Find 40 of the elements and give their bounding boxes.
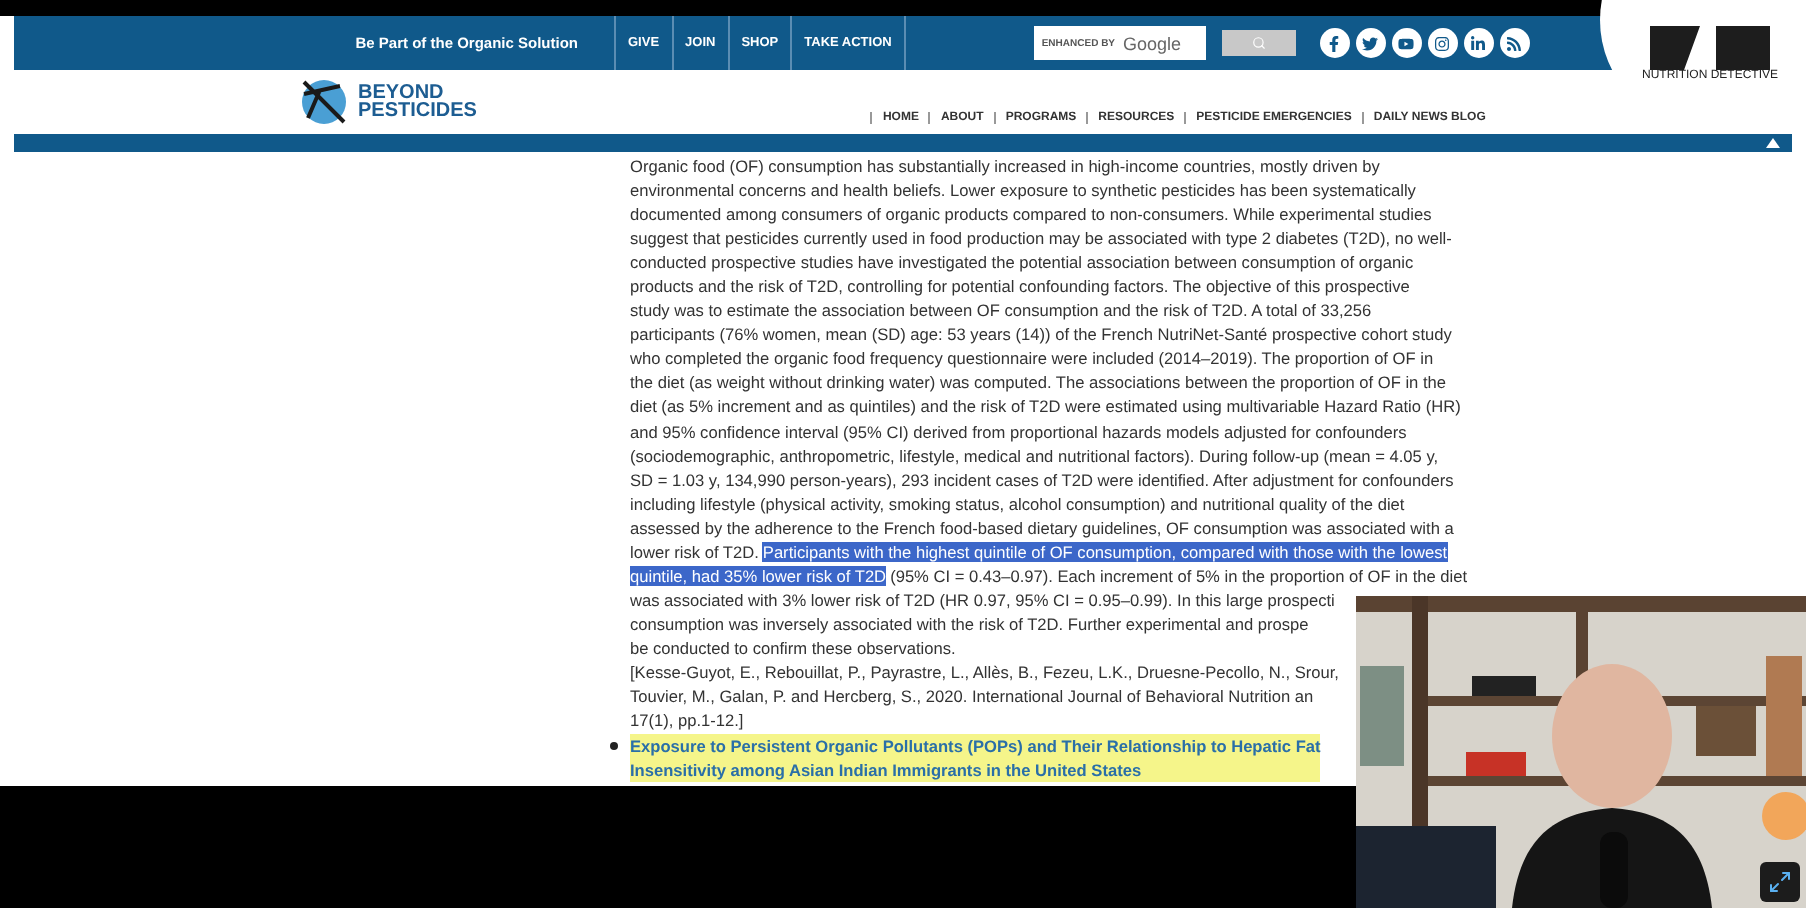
linkedin-icon[interactable]	[1463, 28, 1494, 58]
body-text: Organic food (OF) consumption has substantially increased in high-income countries, mostly driven by	[630, 156, 1380, 176]
expand-button[interactable]	[1760, 862, 1800, 902]
body-text: the diet (as weight without drinking water) was computed. The associations between the proportion of OF in the	[630, 372, 1446, 393]
body-text: conducted prospective studies have investigated the potential association between consumption of organic	[630, 252, 1414, 273]
instagram-icon[interactable]	[1427, 28, 1458, 58]
body-text: be conducted to confirm these observations.	[630, 637, 956, 658]
body-text: including lifestyle (physical activity, smoking status, alcohol consumption) and nutritional quality of the diet	[630, 493, 1405, 514]
body-text: diet (as 5% increment and as quintiles) and the risk of T2D were estimated using multivariable Hazard Ratio (HR)	[630, 396, 1461, 417]
expand-icon	[1768, 870, 1792, 894]
body-text: participants (76% women, mean (SD) age: 53 years (14)) of the French NutriNet-Santé prospective cohort study	[630, 324, 1452, 345]
facebook-icon[interactable]	[1319, 28, 1350, 58]
twitter-icon[interactable]	[1355, 28, 1386, 58]
site-logo[interactable]: BEYOND PESTICIDES	[358, 84, 477, 120]
body-text: (95% CI = 0.43–0.97). Each increment of 5% in the proportion of OF in the diet	[890, 565, 1468, 586]
body-text: lower risk of T2D.	[630, 541, 759, 562]
body-text: environmental concerns and health beliefs. Lower exposure to synthetic pesticides has been systematically	[630, 180, 1416, 201]
body-text: consumption was inversely associated with the risk of T2D. Further experimental and prospe	[630, 613, 1309, 634]
body-text: and 95% confidence interval (95% CI) derived from proportional hazards models adjusted for confounders	[630, 421, 1407, 442]
body-text: [Kesse-Guyot, E., Rebouillat, P., Payrastre, L., Allès, B., Fezeu, L.K., Druesne-Pecollo, N., Srour,	[630, 661, 1339, 682]
body-text: documented among consumers of organic products compared to non-consumers. While experimental studies	[630, 204, 1432, 225]
body-text: who completed the organic food frequency questionnaire were included (2014–2019). The proportion of OF in	[630, 348, 1434, 369]
selected-text: quintile, had 35% lower risk of T2D	[630, 565, 887, 586]
body-text: study was to estimate the association between OF consumption and the risk of T2D. A total of 33,256	[630, 300, 1372, 321]
rss-icon[interactable]	[1499, 28, 1530, 58]
body-text: products and the risk of T2D, controlling for potential confounding factors. The objective of this prospective	[630, 276, 1410, 297]
youtube-icon[interactable]	[1391, 28, 1422, 58]
body-text: SD = 1.03 y, 134,990 person-years), 293 incident cases of T2D were identified. After adjustment for confounders	[630, 469, 1454, 490]
body-text: (sociodemographic, anthropometric, lifestyle, medical and nutritional factors). During follow-up (mean = 4.05 y,	[630, 445, 1439, 466]
body-text: assessed by the adherence to the French food-based dietary guidelines, OF consumption was associated with a	[630, 517, 1454, 538]
bullet-icon	[610, 742, 618, 751]
search-icon	[1251, 36, 1266, 50]
body-text: 17(1), pp.1-12.]	[630, 710, 744, 731]
selected-text: Participants with the highest quintile of OF consumption, compared with those with the lowest	[762, 541, 1448, 562]
scroll-up-icon[interactable]	[1766, 138, 1780, 148]
dragonfly-logo-icon	[296, 74, 352, 130]
body-text: Touvier, M., Galan, P. and Hercberg, S., 2020. International Journal of Behavioral Nutrition an	[630, 686, 1314, 707]
body-text: was associated with 3% lower risk of T2D (HR 0.97, 95% CI = 0.95–0.99). In this large prospecti	[630, 589, 1335, 610]
body-text: suggest that pesticides currently used in food production may be associated with type 2 diabetes (T2D), no well-	[630, 228, 1452, 249]
article-link[interactable]: Insensitivity among Asian Indian Immigrants in the United States	[630, 758, 1321, 783]
